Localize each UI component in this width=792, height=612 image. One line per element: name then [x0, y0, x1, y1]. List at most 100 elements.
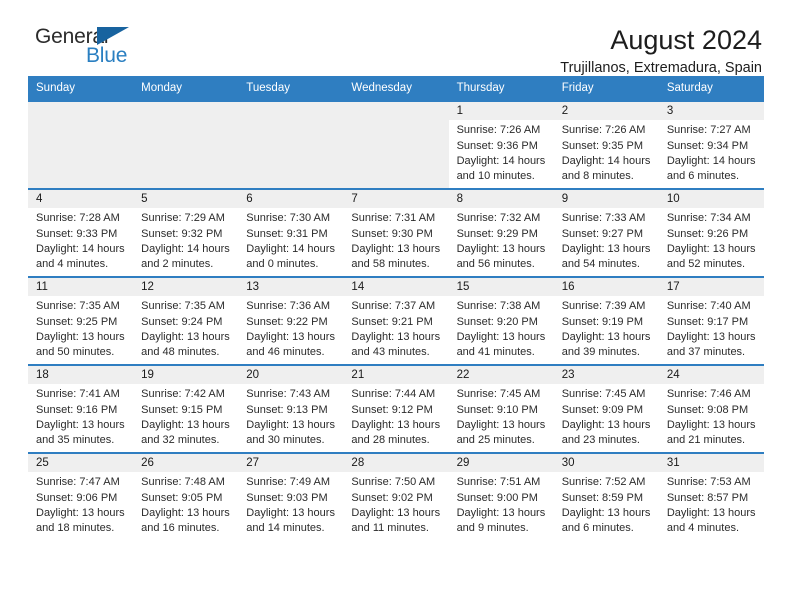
- calendar-day-cell[interactable]: 13 Sunrise: 7:36 AM Sunset: 9:22 PM Dayligh…: [238, 276, 344, 365]
- day-detail-daylight1: Daylight: 13 hours: [561, 506, 651, 519]
- day-detail-daylight2: and 43 minutes.: [351, 345, 430, 358]
- calendar-day-cell[interactable]: 11 Sunrise: 7:35 AM Sunset: 9:25 PM Dayligh…: [28, 276, 134, 365]
- day-detail-daylight1: Daylight: 14 hours: [666, 154, 756, 167]
- day-detail-sunset: Sunset: 9:03 PM: [246, 491, 328, 504]
- day-detail-daylight1: Daylight: 14 hours: [141, 242, 230, 255]
- day-detail-daylight1: Daylight: 13 hours: [141, 330, 230, 343]
- calendar-day-cell[interactable]: 9 Sunrise: 7:33 AM Sunset: 9:27 PM Daylight…: [553, 188, 659, 277]
- calendar-cell-inner: 19 Sunrise: 7:42 AM Sunset: 9:15 PM Dayligh…: [133, 366, 239, 452]
- calendar-day-cell[interactable]: 17 Sunrise: 7:40 AM Sunset: 9:17 PM Dayligh…: [658, 276, 764, 365]
- day-detail-daylight1: Daylight: 13 hours: [561, 418, 651, 431]
- calendar-day-cell[interactable]: 4 Sunrise: 7:28 AM Sunset: 9:33 PM Daylight…: [28, 188, 134, 277]
- day-detail-daylight2: and 30 minutes.: [246, 433, 325, 446]
- day-detail-daylight1: Daylight: 13 hours: [456, 506, 546, 519]
- calendar-day-cell[interactable]: 28 Sunrise: 7:50 AM Sunset: 9:02 PM Dayligh…: [343, 452, 449, 541]
- day-detail-sunrise: Sunrise: 7:35 AM: [141, 300, 225, 313]
- calendar-day-cell[interactable]: 20 Sunrise: 7:43 AM Sunset: 9:13 PM Dayligh…: [238, 364, 344, 453]
- day-number: 7: [343, 190, 449, 209]
- day-number: 25: [28, 454, 134, 473]
- day-detail-sunset: Sunset: 8:59 PM: [561, 491, 644, 504]
- calendar-day-cell[interactable]: 22 Sunrise: 7:45 AM Sunset: 9:10 PM Dayligh…: [448, 364, 554, 453]
- day-detail-daylight2: and 39 minutes.: [561, 345, 640, 358]
- day-detail-sunrise: Sunrise: 7:48 AM: [141, 476, 225, 489]
- day-details: Sunrise: 7:50 AM Sunset: 9:02 PM Daylight:…: [343, 472, 448, 536]
- day-detail-daylight2: and 48 minutes.: [141, 345, 220, 358]
- day-details: Sunrise: 7:46 AM Sunset: 9:08 PM Daylight:…: [659, 384, 764, 448]
- day-detail-daylight2: and 8 minutes.: [561, 169, 634, 182]
- calendar-day-cell[interactable]: 29 Sunrise: 7:51 AM Sunset: 9:00 PM Dayligh…: [448, 452, 554, 541]
- calendar-cell-inner: 3 Sunrise: 7:27 AM Sunset: 9:34 PM Daylight…: [658, 102, 764, 188]
- calendar-day-cell[interactable]: 19 Sunrise: 7:42 AM Sunset: 9:15 PM Dayligh…: [133, 364, 239, 453]
- calendar-day-cell[interactable]: 5 Sunrise: 7:29 AM Sunset: 9:32 PM Daylight…: [133, 188, 239, 277]
- day-detail-sunset: Sunset: 9:26 PM: [666, 227, 749, 240]
- day-number: 23: [553, 366, 659, 385]
- day-detail-sunset: Sunset: 9:05 PM: [141, 491, 223, 504]
- calendar-day-cell[interactable]: 26 Sunrise: 7:48 AM Sunset: 9:05 PM Dayligh…: [133, 452, 239, 541]
- calendar-day-cell[interactable]: 21 Sunrise: 7:44 AM Sunset: 9:12 PM Dayligh…: [343, 364, 449, 453]
- calendar-cell-empty: [343, 100, 449, 189]
- calendar-day-cell[interactable]: 16 Sunrise: 7:39 AM Sunset: 9:19 PM Dayligh…: [553, 276, 659, 365]
- calendar-cell-inner: 30 Sunrise: 7:52 AM Sunset: 8:59 PM Dayligh…: [553, 454, 659, 541]
- day-detail-daylight2: and 23 minutes.: [561, 433, 640, 446]
- day-number: [28, 102, 134, 120]
- calendar-day-cell[interactable]: 31 Sunrise: 7:53 AM Sunset: 8:57 PM Dayligh…: [658, 452, 764, 541]
- day-number: [238, 102, 344, 120]
- day-details: Sunrise: 7:32 AM Sunset: 9:29 PM Daylight:…: [449, 208, 554, 272]
- day-detail-sunset: Sunset: 9:02 PM: [351, 491, 433, 504]
- general-blue-logo[interactable]: General Blue: [28, 26, 148, 72]
- calendar-day-cell[interactable]: 30 Sunrise: 7:52 AM Sunset: 8:59 PM Dayligh…: [553, 452, 659, 541]
- calendar-day-cell[interactable]: 6 Sunrise: 7:30 AM Sunset: 9:31 PM Daylight…: [238, 188, 344, 277]
- day-detail-daylight2: and 4 minutes.: [666, 521, 739, 534]
- day-details: [343, 120, 449, 123]
- calendar-day-cell[interactable]: 1 Sunrise: 7:26 AM Sunset: 9:36 PM Daylight…: [448, 100, 554, 189]
- day-details: Sunrise: 7:48 AM Sunset: 9:05 PM Daylight:…: [133, 472, 238, 536]
- day-number: 13: [238, 278, 344, 297]
- day-detail-daylight1: Daylight: 13 hours: [666, 330, 756, 343]
- page-subtitle: Trujillanos, Extremadura, Spain: [560, 60, 762, 77]
- calendar-day-cell[interactable]: 7 Sunrise: 7:31 AM Sunset: 9:30 PM Daylight…: [343, 188, 449, 277]
- calendar-day-cell[interactable]: 27 Sunrise: 7:49 AM Sunset: 9:03 PM Dayligh…: [238, 452, 344, 541]
- day-detail-sunset: Sunset: 9:00 PM: [456, 491, 538, 504]
- day-detail-daylight1: Daylight: 14 hours: [456, 154, 546, 167]
- day-number: 24: [658, 366, 764, 385]
- calendar-cell-inner: 10 Sunrise: 7:34 AM Sunset: 9:26 PM Dayligh…: [658, 190, 764, 276]
- day-number: 19: [133, 366, 239, 385]
- day-detail-sunset: Sunset: 9:29 PM: [456, 227, 538, 240]
- calendar-day-cell[interactable]: 23 Sunrise: 7:45 AM Sunset: 9:09 PM Dayligh…: [553, 364, 659, 453]
- calendar-day-cell[interactable]: 18 Sunrise: 7:41 AM Sunset: 9:16 PM Dayligh…: [28, 364, 134, 453]
- day-detail-sunset: Sunset: 9:35 PM: [561, 139, 644, 152]
- calendar-day-cell[interactable]: 2 Sunrise: 7:26 AM Sunset: 9:35 PM Daylight…: [553, 100, 659, 189]
- calendar-week-row: 4 Sunrise: 7:28 AM Sunset: 9:33 PM Daylight…: [28, 188, 764, 277]
- day-number: 22: [448, 366, 554, 385]
- calendar-page: General Blue August 2024 Trujillanos, Ex…: [0, 0, 792, 612]
- day-number: 11: [28, 278, 134, 297]
- day-number: 27: [238, 454, 344, 473]
- calendar-cell-empty: [133, 100, 239, 189]
- day-detail-sunset: Sunset: 8:57 PM: [666, 491, 749, 504]
- calendar-day-cell[interactable]: 3 Sunrise: 7:27 AM Sunset: 9:34 PM Daylight…: [658, 100, 764, 189]
- day-number: 2: [553, 102, 659, 121]
- calendar-day-cell[interactable]: 25 Sunrise: 7:47 AM Sunset: 9:06 PM Dayligh…: [28, 452, 134, 541]
- calendar-day-cell[interactable]: 10 Sunrise: 7:34 AM Sunset: 9:26 PM Dayligh…: [658, 188, 764, 277]
- calendar-cell-inner: 12 Sunrise: 7:35 AM Sunset: 9:24 PM Dayligh…: [133, 278, 239, 364]
- calendar-cell-inner: 5 Sunrise: 7:29 AM Sunset: 9:32 PM Daylight…: [133, 190, 239, 276]
- calendar-day-cell[interactable]: 15 Sunrise: 7:38 AM Sunset: 9:20 PM Dayligh…: [448, 276, 554, 365]
- calendar-cell-empty: [238, 100, 344, 189]
- calendar-day-cell[interactable]: 12 Sunrise: 7:35 AM Sunset: 9:24 PM Dayligh…: [133, 276, 239, 365]
- day-number: 15: [448, 278, 554, 297]
- calendar-cell-inner: 23 Sunrise: 7:45 AM Sunset: 9:09 PM Dayligh…: [553, 366, 659, 452]
- day-detail-daylight1: Daylight: 13 hours: [456, 242, 546, 255]
- day-details: Sunrise: 7:29 AM Sunset: 9:32 PM Daylight:…: [133, 208, 238, 272]
- calendar-day-cell[interactable]: 8 Sunrise: 7:32 AM Sunset: 9:29 PM Daylight…: [448, 188, 554, 277]
- day-detail-sunrise: Sunrise: 7:46 AM: [666, 388, 751, 401]
- day-detail-daylight2: and 2 minutes.: [141, 257, 214, 270]
- calendar-cell-inner: 9 Sunrise: 7:33 AM Sunset: 9:27 PM Daylight…: [553, 190, 659, 276]
- day-details: Sunrise: 7:42 AM Sunset: 9:15 PM Daylight:…: [133, 384, 238, 448]
- calendar-day-cell[interactable]: 24 Sunrise: 7:46 AM Sunset: 9:08 PM Dayligh…: [658, 364, 764, 453]
- day-detail-sunrise: Sunrise: 7:44 AM: [351, 388, 436, 401]
- weekday-header-wednesday: Wednesday: [343, 76, 449, 101]
- day-number: 29: [448, 454, 554, 473]
- day-detail-daylight1: Daylight: 14 hours: [561, 154, 651, 167]
- calendar-day-cell[interactable]: 14 Sunrise: 7:37 AM Sunset: 9:21 PM Dayligh…: [343, 276, 449, 365]
- day-detail-sunset: Sunset: 9:22 PM: [246, 315, 328, 328]
